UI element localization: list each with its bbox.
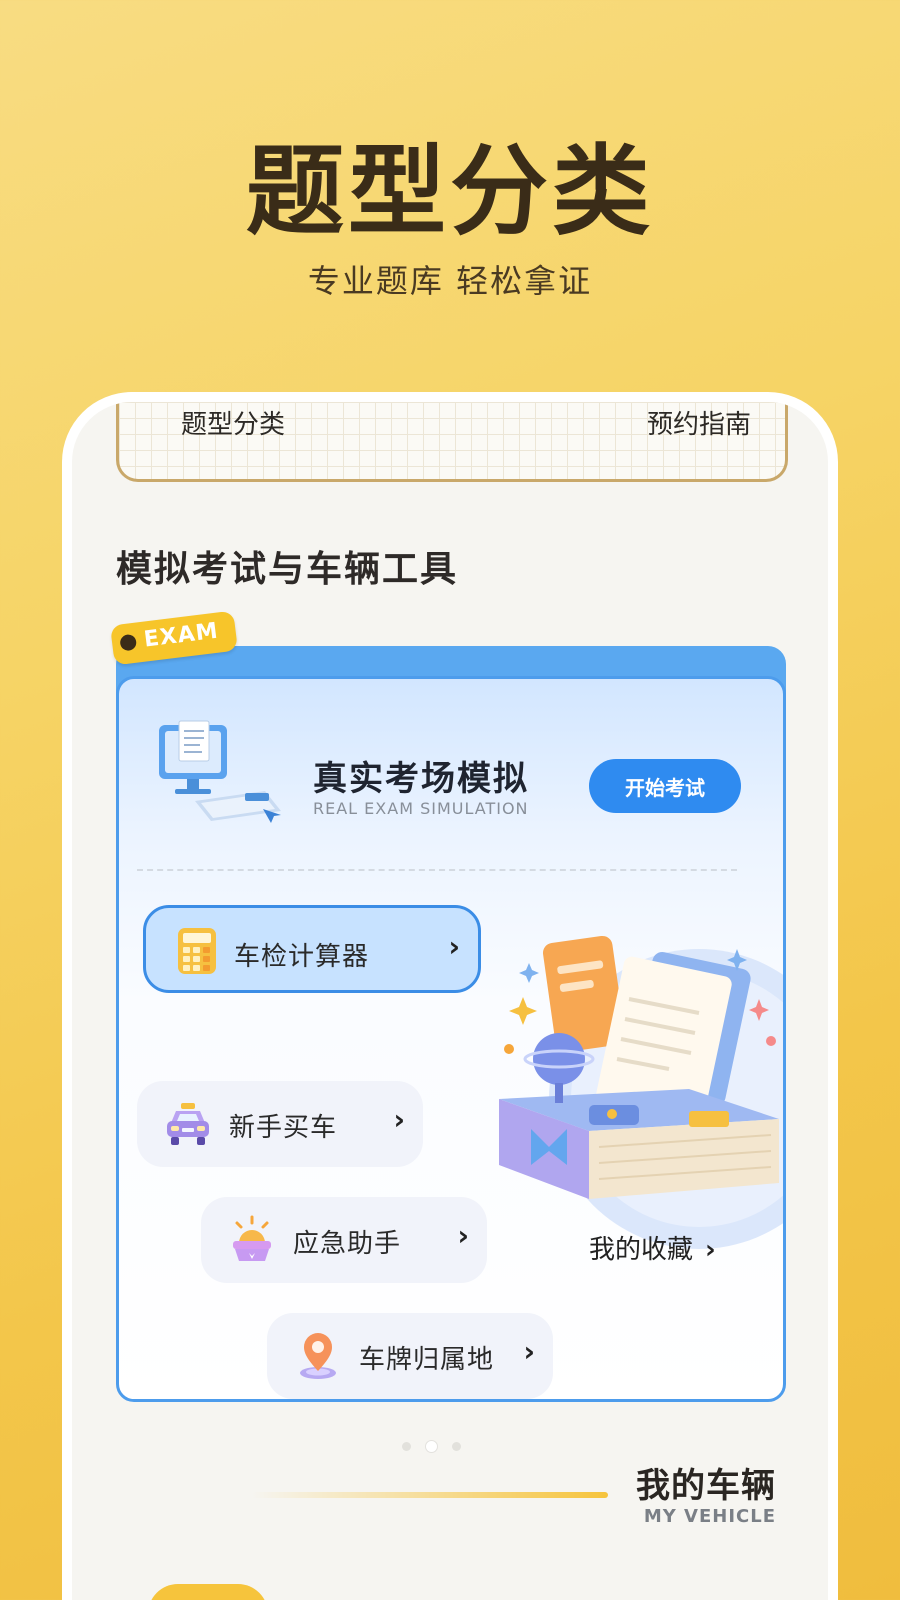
favorites-label: 我的收藏: [589, 1235, 694, 1265]
exam-title: 真实考场模拟: [313, 759, 529, 799]
divider: [137, 869, 737, 871]
car-icon: [167, 1103, 209, 1145]
tool-label: 应急助手: [293, 1229, 402, 1259]
tool-label: 车检计算器: [234, 942, 370, 972]
carousel-pager: [402, 1440, 461, 1453]
my-favorites-link[interactable]: 我的收藏 ›: [589, 1229, 716, 1266]
exam-tools-card: 真实考场模拟 REAL EXAM SIMULATION 开始考试 车检计算器 ›: [116, 676, 786, 1402]
my-vehicle-title: 我的车辆: [636, 1466, 776, 1506]
emergency-light-icon: [233, 1215, 271, 1261]
top-tab-bar: 题型分类 预约指南: [116, 402, 788, 482]
tool-buy-car[interactable]: 新手买车 ›: [137, 1081, 423, 1167]
section-underline: [252, 1492, 608, 1498]
tool-license-plate-origin[interactable]: 车牌归属地 ›: [267, 1313, 553, 1399]
calculator-icon: [178, 928, 216, 974]
chevron-right-icon: ›: [393, 1103, 405, 1136]
section-title: 模拟考试与车辆工具: [116, 549, 459, 590]
vehicle-card-peek: [148, 1584, 268, 1600]
pager-dot[interactable]: [402, 1442, 411, 1451]
chevron-right-icon: ›: [523, 1335, 535, 1368]
pager-dot[interactable]: [452, 1442, 461, 1451]
tool-label: 车牌归属地: [359, 1345, 495, 1375]
pager-dot-active[interactable]: [425, 1440, 438, 1453]
exam-badge-text: EXAM: [142, 618, 220, 653]
chevron-right-icon: ›: [705, 1235, 716, 1265]
exam-subtitle: REAL EXAM SIMULATION: [313, 799, 529, 818]
computer-icon: [159, 720, 281, 823]
chevron-right-icon: ›: [457, 1219, 469, 1252]
chevron-right-icon: ›: [448, 930, 460, 963]
start-exam-button[interactable]: 开始考试: [589, 759, 741, 813]
hero-subtitle: 专业题库 轻松拿证: [307, 262, 593, 300]
location-pin-icon: [300, 1333, 336, 1379]
my-vehicle-subtitle: MY VEHICLE: [643, 1506, 776, 1527]
badge-dot-icon: [119, 633, 138, 652]
tab-question-types[interactable]: 题型分类: [181, 404, 285, 441]
tab-appointment-guide[interactable]: 预约指南: [647, 404, 751, 441]
tool-emergency-assistant[interactable]: 应急助手 ›: [201, 1197, 487, 1283]
tool-vehicle-inspection-calculator[interactable]: 车检计算器 ›: [143, 905, 481, 993]
hero-title: 题型分类: [245, 135, 654, 249]
tool-label: 新手买车: [229, 1113, 338, 1143]
phone-frame: 题型分类 预约指南 模拟考试与车辆工具 真实考场模拟 REAL EXAM SIM…: [62, 392, 838, 1600]
